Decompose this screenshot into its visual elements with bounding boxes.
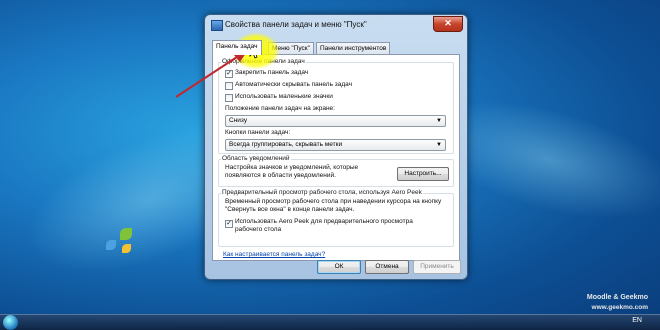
buttons-dropdown[interactable]: Всегда группировать, скрывать метки ▼ [225, 139, 446, 151]
start-button[interactable] [3, 315, 18, 330]
desktop-logo-leaf [106, 240, 116, 250]
aero-peek-group-label: Предварительный просмотр рабочего стола,… [221, 189, 423, 196]
aero-peek-label: Использовать Aero Peek для предварительн… [235, 218, 413, 233]
buttons-value: Всегда группировать, скрывать метки [229, 141, 343, 148]
desktop-logo-leaf [120, 228, 132, 240]
position-value: Снизу [229, 117, 248, 124]
tab-taskbar[interactable]: Панель задач [212, 40, 262, 55]
aero-peek-checkbox[interactable]: ✓ [225, 220, 233, 228]
cancel-button[interactable]: Отмена [365, 260, 409, 274]
chevron-down-icon: ▼ [436, 118, 442, 124]
close-button[interactable]: ✕ [433, 16, 463, 32]
aero-peek-text: Временный просмотр рабочего стола при на… [225, 198, 442, 213]
window-title: Свойства панели задач и меню "Пуск" [225, 20, 367, 29]
language-indicator[interactable]: EN [632, 317, 642, 324]
position-label: Положение панели задач на экране: [225, 105, 335, 112]
window-icon [211, 20, 223, 31]
tab-toolbars[interactable]: Панели инструментов [316, 42, 391, 54]
notification-text: Настройка значков и уведомлений, которые… [225, 164, 359, 179]
customize-button[interactable]: Настроить... [397, 167, 449, 181]
ok-button[interactable]: ОК [317, 260, 361, 274]
watermark-line-2: www.geekmo.com [591, 304, 648, 311]
desktop-logo-leaf [122, 244, 131, 253]
position-dropdown[interactable]: Снизу ▼ [225, 115, 446, 127]
taskbar: EN [0, 314, 660, 330]
help-link[interactable]: Как настраивается панель задач? [223, 251, 325, 258]
notification-group-label: Область уведомлений [221, 155, 291, 162]
buttons-label: Кнопки панели задач: [225, 129, 291, 136]
title-bar[interactable]: Свойства панели задач и меню "Пуск" ✕ [205, 15, 467, 35]
apply-button[interactable]: Применить [413, 260, 461, 274]
chevron-down-icon: ▼ [436, 142, 442, 148]
taskbar-properties-dialog: Свойства панели задач и меню "Пуск" ✕ Па… [204, 14, 468, 280]
watermark-line-1: Moodle & Geekmo [586, 294, 648, 301]
